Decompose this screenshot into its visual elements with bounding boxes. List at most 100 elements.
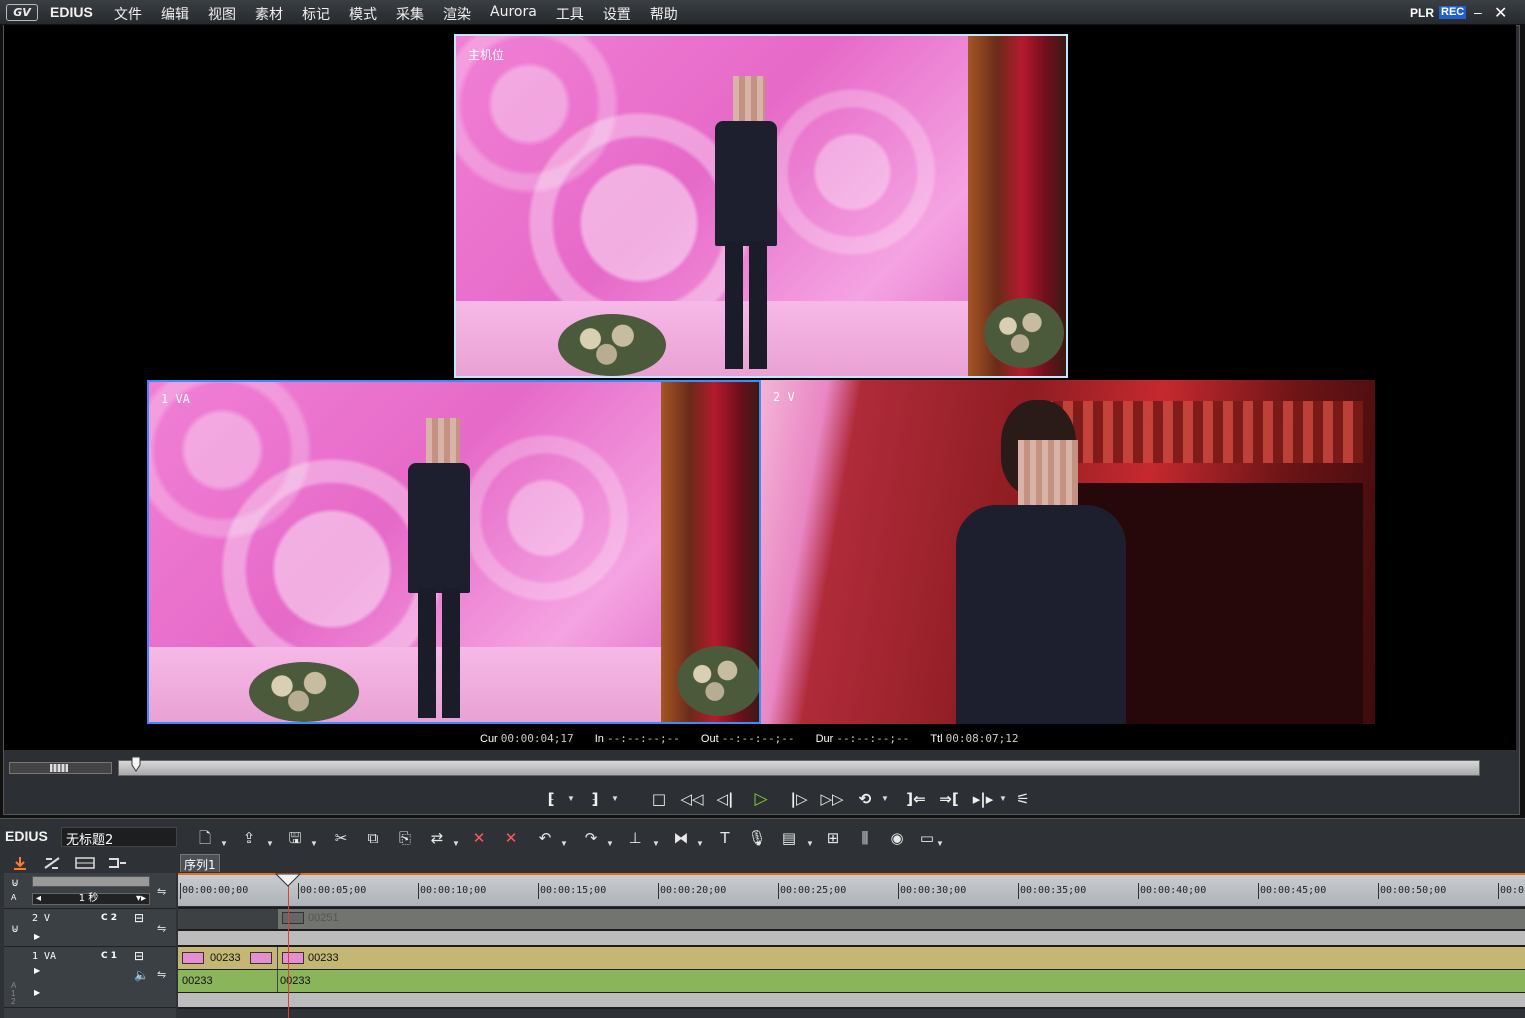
- menu-render[interactable]: 渲染: [443, 4, 471, 24]
- menu-aurora[interactable]: Aurora: [490, 4, 537, 24]
- mixer-icon[interactable]: ⫼: [854, 827, 876, 849]
- main-camera-view[interactable]: 主机位: [454, 34, 1068, 378]
- overwrite-button[interactable]: ⇒[: [935, 786, 963, 812]
- tab-sequence-1[interactable]: 序列1: [180, 854, 220, 872]
- menu-marker[interactable]: 标记: [302, 4, 330, 24]
- expand-icon[interactable]: ▶: [34, 932, 40, 941]
- playhead-icon[interactable]: [275, 873, 301, 887]
- copy-icon[interactable]: ⧉: [362, 827, 384, 849]
- mic-icon[interactable]: 🎙: [746, 827, 768, 849]
- video-clip[interactable]: 00233: [278, 947, 1525, 969]
- new-file-icon[interactable]: 🗋: [194, 827, 216, 849]
- menu-file[interactable]: 文件: [114, 4, 142, 24]
- audio-clip[interactable]: 00233: [278, 970, 1525, 992]
- camera-1-view[interactable]: 1 VA: [147, 380, 761, 724]
- rec-toggle[interactable]: REC: [1439, 6, 1467, 19]
- lock-icon[interactable]: A: [11, 893, 16, 902]
- menu-mode[interactable]: 模式: [349, 4, 377, 24]
- plr-toggle[interactable]: PLR: [1410, 6, 1434, 20]
- timeline-scroll[interactable]: [178, 1009, 1525, 1018]
- open-icon[interactable]: ⇪: [238, 827, 260, 849]
- menu-clip[interactable]: 素材: [255, 4, 283, 24]
- insert-button[interactable]: ]⇐: [901, 786, 931, 812]
- menu-help[interactable]: 帮助: [650, 4, 678, 24]
- ripple-mode-icon[interactable]: [74, 855, 96, 871]
- fast-forward-button[interactable]: ▷▷: [815, 786, 849, 812]
- close-icon[interactable]: ✕: [1494, 3, 1507, 23]
- chevron-left-icon[interactable]: ◂: [36, 894, 41, 904]
- replace-button[interactable]: ▸|▸: [967, 786, 999, 812]
- set-in-button[interactable]: ⁅: [537, 786, 565, 812]
- insert-mode-icon[interactable]: [10, 855, 30, 871]
- chevron-down-icon[interactable]: ▼: [881, 794, 889, 803]
- visibility-icon[interactable]: ⊍: [11, 876, 19, 889]
- chevron-down-icon[interactable]: ▼: [696, 839, 704, 848]
- swap-icon[interactable]: ⇋: [157, 885, 166, 898]
- step-back-button[interactable]: ◁|: [711, 786, 739, 812]
- color-icon[interactable]: ◉: [886, 827, 908, 849]
- redo-icon[interactable]: ↷: [580, 827, 602, 849]
- slider-handle[interactable]: [50, 764, 68, 772]
- step-forward-button[interactable]: |▷: [785, 786, 813, 812]
- save-icon[interactable]: 🖫: [284, 827, 306, 849]
- player-zoom-slider[interactable]: [9, 762, 112, 774]
- rewind-button[interactable]: ◁◁: [675, 786, 709, 812]
- swap-icon[interactable]: ⇋: [157, 922, 166, 935]
- camera-2-view[interactable]: 2 V: [761, 380, 1375, 724]
- set-out-button[interactable]: ⁆: [581, 786, 609, 812]
- chevron-down-icon[interactable]: ▼: [606, 839, 614, 848]
- timeline-ruler[interactable]: 00:00:00;00 00:00:05;00 00:00:10;00 00:0…: [178, 873, 1525, 906]
- menu-tools[interactable]: 工具: [556, 4, 584, 24]
- delete-icon[interactable]: ✕: [468, 827, 490, 849]
- chevron-down-icon[interactable]: ▼: [220, 839, 228, 848]
- sync-icon[interactable]: ⊟: [134, 949, 144, 963]
- multicam-grid-icon[interactable]: ⊞: [822, 827, 844, 849]
- menu-view[interactable]: 视图: [208, 4, 236, 24]
- menu-edit[interactable]: 编辑: [161, 4, 189, 24]
- add-cut-icon[interactable]: ⊥: [624, 827, 646, 849]
- swap-icon[interactable]: ⇋: [157, 968, 166, 981]
- chevron-down-icon[interactable]: ▼: [567, 794, 575, 803]
- track-header-1va[interactable]: 1 VA C 1 ⊟ 🔈 ▶ ▶ ⇋ A 1 2: [4, 948, 176, 1008]
- layout-icon[interactable]: ▭: [916, 827, 938, 849]
- chevron-down-icon[interactable]: ▼: [310, 839, 318, 848]
- replace-icon[interactable]: ⇄: [426, 827, 448, 849]
- scrub-head-icon[interactable]: [131, 756, 141, 772]
- sync-icon[interactable]: ⊟: [134, 911, 144, 925]
- cut-icon[interactable]: ✂: [330, 827, 352, 849]
- chevron-down-icon[interactable]: ▼: [611, 794, 619, 803]
- video-clip[interactable]: 00233: [178, 947, 278, 969]
- play-button[interactable]: ▷: [747, 786, 775, 812]
- title-icon[interactable]: T: [714, 827, 736, 849]
- speaker-icon[interactable]: 🔈: [134, 968, 149, 982]
- chevron-down-icon[interactable]: ▼: [452, 839, 460, 848]
- sync-lock-icon[interactable]: [42, 855, 62, 871]
- clip-options-button[interactable]: ⚟: [1009, 786, 1037, 812]
- loop-button[interactable]: ⟲: [851, 786, 879, 812]
- chevron-down-icon[interactable]: ▼: [999, 794, 1007, 803]
- paste-icon[interactable]: ⎘: [394, 827, 416, 849]
- audio-clip[interactable]: 00233: [178, 970, 278, 992]
- video-clip[interactable]: 00251: [278, 909, 1525, 929]
- chevron-down-icon[interactable]: ▼: [652, 839, 660, 848]
- minimize-icon[interactable]: –: [1474, 4, 1482, 20]
- ripple-delete-icon[interactable]: ✕: [500, 827, 522, 849]
- chevron-down-icon[interactable]: ▼: [560, 839, 568, 848]
- stop-button[interactable]: □: [645, 786, 673, 812]
- expand-icon[interactable]: ▶: [34, 988, 40, 997]
- visibility-icon[interactable]: ⊍: [11, 922, 19, 935]
- chevron-down-icon[interactable]: ▾▸: [136, 894, 146, 904]
- chevron-down-icon[interactable]: ▼: [266, 839, 274, 848]
- transition-icon[interactable]: ⧓: [670, 827, 692, 849]
- link-mode-icon[interactable]: [106, 855, 128, 871]
- track-header-2v[interactable]: ⊍ 2 V C 2 ⊟ ▶ ⇋: [4, 910, 176, 947]
- export-icon[interactable]: ▤: [778, 827, 800, 849]
- expand-icon[interactable]: ▶: [34, 966, 40, 975]
- timeline-zoom-slider[interactable]: [32, 876, 150, 887]
- position-scrub-bar[interactable]: [118, 760, 1480, 776]
- chevron-down-icon[interactable]: ▼: [936, 839, 944, 848]
- menu-capture[interactable]: 采集: [396, 4, 424, 24]
- chevron-down-icon[interactable]: ▼: [806, 839, 814, 848]
- timescale-select[interactable]: ◂ 1 秒 ▾▸: [32, 893, 150, 905]
- menu-settings[interactable]: 设置: [603, 4, 631, 24]
